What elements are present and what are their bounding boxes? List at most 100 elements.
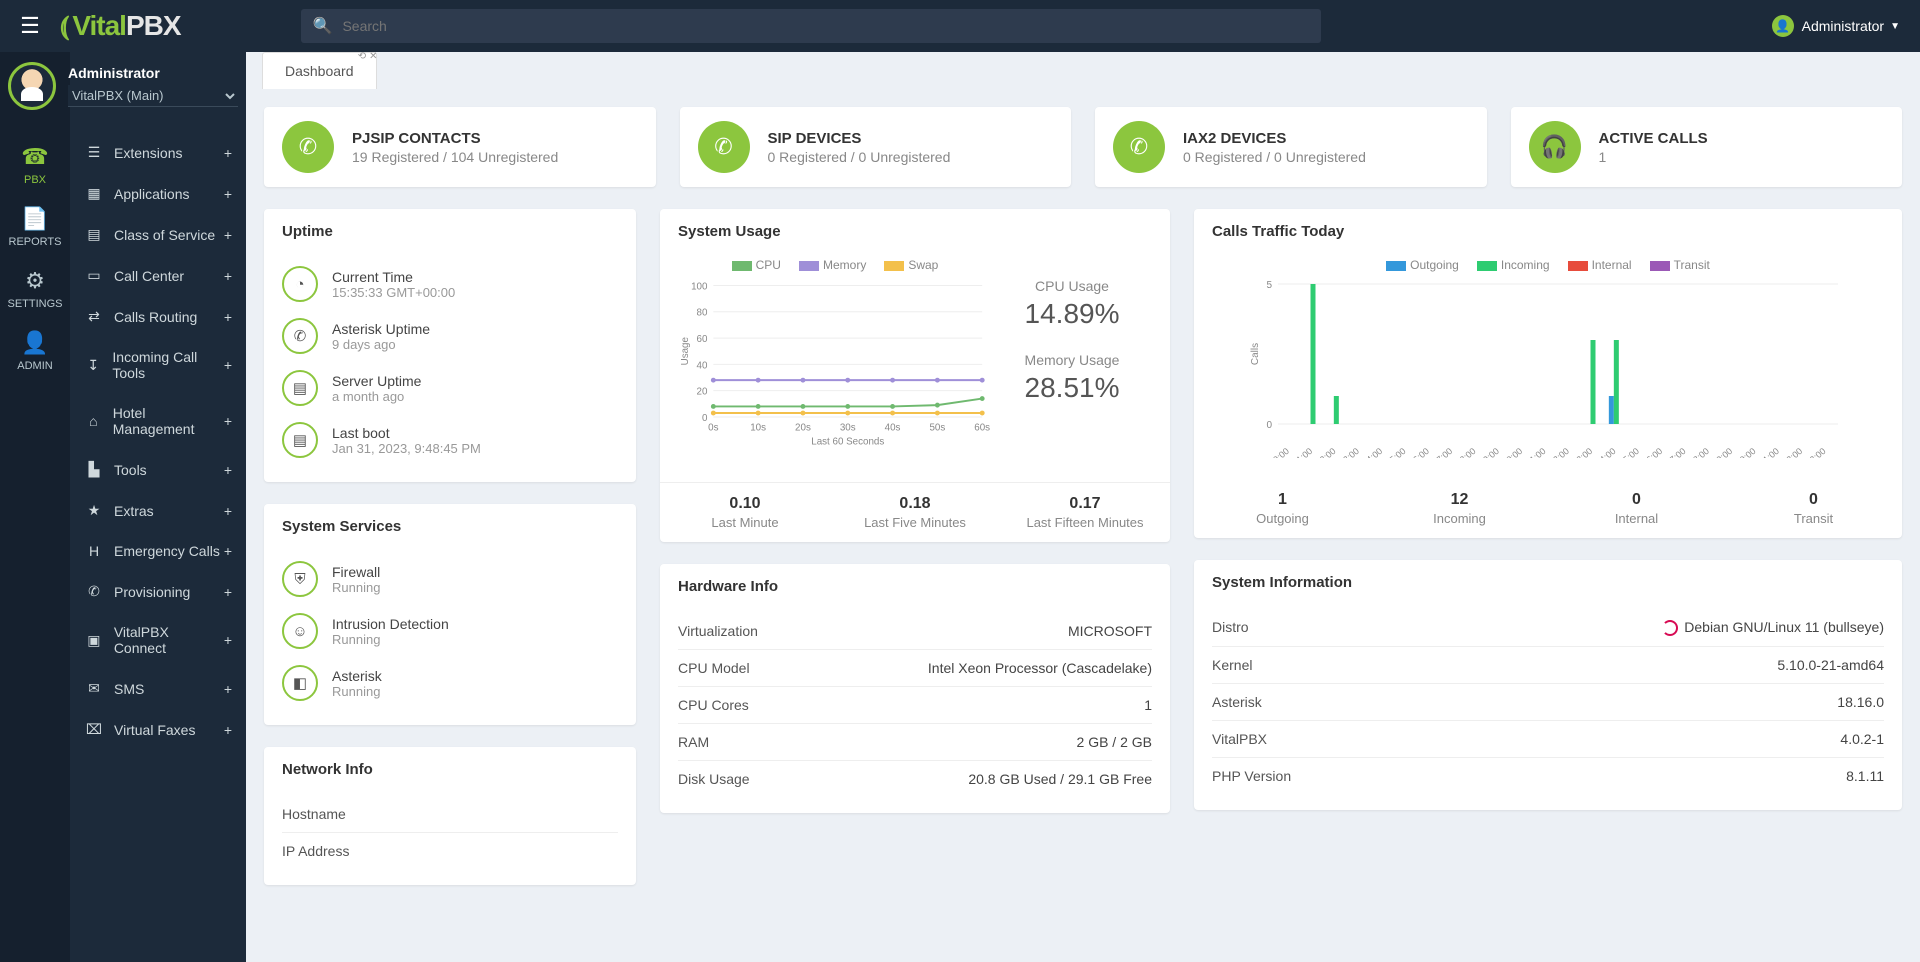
rail-settings[interactable]: ⚙SETTINGS <box>0 256 70 318</box>
menu-label: Emergency Calls <box>114 543 220 559</box>
menu-icon: ⌂ <box>84 413 103 429</box>
debian-icon <box>1662 620 1678 636</box>
svg-text:20:00: 20:00 <box>1734 446 1758 458</box>
menu-label: Call Center <box>114 268 184 284</box>
expand-icon: + <box>224 145 232 161</box>
tab-dashboard[interactable]: ⟲✕ Dashboard <box>262 52 377 89</box>
svg-text:14:00: 14:00 <box>1594 446 1618 458</box>
services-title: System Services <box>264 504 636 549</box>
info-title: Asterisk Uptime <box>332 321 430 337</box>
info-sub: 15:35:33 GMT+00:00 <box>332 285 455 300</box>
stat-sub: 19 Registered / 104 Unregistered <box>352 149 558 165</box>
info-title: Firewall <box>332 564 380 580</box>
svg-text:20s: 20s <box>795 423 811 434</box>
search-icon: 🔍 <box>313 16 333 36</box>
menu-hotel-management[interactable]: ⌂Hotel Management+ <box>70 393 246 449</box>
menu-virtual-faxes[interactable]: ⌧Virtual Faxes+ <box>70 709 246 750</box>
search-box[interactable]: 🔍 <box>301 9 1321 43</box>
hardware-title: Hardware Info <box>660 564 1170 609</box>
tenant-select[interactable]: VitalPBX (Main) <box>68 85 238 107</box>
tab-close-icon[interactable]: ✕ <box>369 52 377 62</box>
svg-text:05:00: 05:00 <box>1384 446 1408 458</box>
menu-label: Virtual Faxes <box>114 722 195 738</box>
kv-val: Intel Xeon Processor (Cascadelake) <box>928 660 1152 676</box>
hamburger-icon[interactable]: ☰ <box>0 13 60 39</box>
menu-extras[interactable]: ★Extras+ <box>70 490 246 531</box>
calls-value: 0 <box>1548 491 1725 509</box>
logo[interactable]: ⦅VitalPBX <box>60 10 181 43</box>
calls-title: Calls Traffic Today <box>1194 209 1902 254</box>
svg-text:11:00: 11:00 <box>1524 446 1547 458</box>
svg-text:60s: 60s <box>974 423 990 434</box>
stat-sip-devices[interactable]: ✆SIP DEVICES0 Registered / 0 Unregistere… <box>680 107 1072 187</box>
menu-label: Tools <box>114 462 147 478</box>
kv-key: VitalPBX <box>1212 731 1267 747</box>
tab-refresh-icon[interactable]: ⟲ <box>358 52 366 62</box>
pbx-icon: ☎ <box>0 144 70 170</box>
calls-footer-cell: 12 Incoming <box>1371 479 1548 538</box>
menu-tools[interactable]: ▙Tools+ <box>70 449 246 490</box>
hardware-row: CPU ModelIntel Xeon Processor (Cascadela… <box>678 649 1152 686</box>
stat-title: IAX2 DEVICES <box>1183 130 1366 147</box>
tab-label: Dashboard <box>285 63 354 79</box>
menu-sms[interactable]: ✉SMS+ <box>70 668 246 709</box>
load-cell: 0.17Last Fifteen Minutes <box>1000 483 1170 542</box>
stat-iax2-devices[interactable]: ✆IAX2 DEVICES0 Registered / 0 Unregister… <box>1095 107 1487 187</box>
menu-applications[interactable]: ▦Applications+ <box>70 173 246 214</box>
stat-icon: ✆ <box>282 121 334 173</box>
admin-icon: 👤 <box>0 330 70 356</box>
menu-label: Provisioning <box>114 584 190 600</box>
menu-label: Hotel Management <box>113 405 224 437</box>
svg-text:21:00: 21:00 <box>1757 446 1781 458</box>
info-icon: ☺ <box>282 613 318 649</box>
calls-label: Incoming <box>1371 511 1548 526</box>
hardware-row: RAM2 GB / 2 GB <box>678 723 1152 760</box>
kv-val: 1 <box>1144 697 1152 713</box>
calls-chart: 05Calls00:0001:0002:0003:0004:0005:0006:… <box>1212 278 1884 458</box>
search-input[interactable] <box>342 18 1308 34</box>
info-item: ⛨FirewallRunning <box>282 553 618 605</box>
profile-role: Administrator <box>68 65 238 81</box>
menu-vitalpbx-connect[interactable]: ▣VitalPBX Connect+ <box>70 612 246 668</box>
rail-pbx[interactable]: ☎PBX <box>0 132 70 194</box>
network-row: IP Address <box>282 832 618 869</box>
svg-text:00:00: 00:00 <box>1267 446 1291 458</box>
sidebar: Administrator VitalPBX (Main) ☎PBX📄REPOR… <box>0 52 246 962</box>
svg-text:0s: 0s <box>708 423 718 434</box>
svg-text:Calls: Calls <box>1250 343 1261 365</box>
sysusage-legend: CPU Memory Swap <box>678 258 992 272</box>
user-menu[interactable]: 👤 Administrator ▼ <box>1772 15 1900 37</box>
menu-emergency-calls[interactable]: HEmergency Calls+ <box>70 531 246 571</box>
svg-text:07:00: 07:00 <box>1431 446 1455 458</box>
kv-key: Distro <box>1212 619 1249 636</box>
calls-footer-cell: 0Internal <box>1548 479 1725 538</box>
load-label: Last Five Minutes <box>830 515 1000 530</box>
kv-key: Virtualization <box>678 623 758 639</box>
svg-text:17:00: 17:00 <box>1664 446 1688 458</box>
stat-pjsip-contacts[interactable]: ✆PJSIP CONTACTS19 Registered / 104 Unreg… <box>264 107 656 187</box>
menu-calls-routing[interactable]: ⇄Calls Routing+ <box>70 296 246 337</box>
info-icon: ▤ <box>282 422 318 458</box>
stat-active-calls[interactable]: 🎧ACTIVE CALLS1 <box>1511 107 1903 187</box>
menu-incoming-call-tools[interactable]: ↧Incoming Call Tools+ <box>70 337 246 393</box>
menu-icon: ▦ <box>84 185 104 202</box>
menu-extensions[interactable]: ☰Extensions+ <box>70 132 246 173</box>
settings-icon: ⚙ <box>0 268 70 294</box>
menu-class-of-service[interactable]: ▤Class of Service+ <box>70 214 246 255</box>
menu-provisioning[interactable]: ✆Provisioning+ <box>70 571 246 612</box>
info-sub: Jan 31, 2023, 9:48:45 PM <box>332 441 481 456</box>
rail-admin[interactable]: 👤ADMIN <box>0 318 70 380</box>
svg-text:13:00: 13:00 <box>1571 446 1595 458</box>
menu-icon: ⌧ <box>84 721 104 738</box>
menu-call-center[interactable]: ▭Call Center+ <box>70 255 246 296</box>
svg-text:15:00: 15:00 <box>1617 446 1641 458</box>
tab-bar: ⟲✕ Dashboard <box>246 52 1920 89</box>
svg-text:12:00: 12:00 <box>1547 446 1571 458</box>
calls-value: 12 <box>1371 491 1548 509</box>
svg-text:40: 40 <box>697 360 708 371</box>
menu-icon: ↧ <box>84 357 102 374</box>
hardware-panel: Hardware Info VirtualizationMICROSOFTCPU… <box>660 564 1170 813</box>
svg-text:100: 100 <box>691 281 708 292</box>
rail-reports[interactable]: 📄REPORTS <box>0 194 70 256</box>
sysinfo-row: PHP Version8.1.11 <box>1212 757 1884 794</box>
